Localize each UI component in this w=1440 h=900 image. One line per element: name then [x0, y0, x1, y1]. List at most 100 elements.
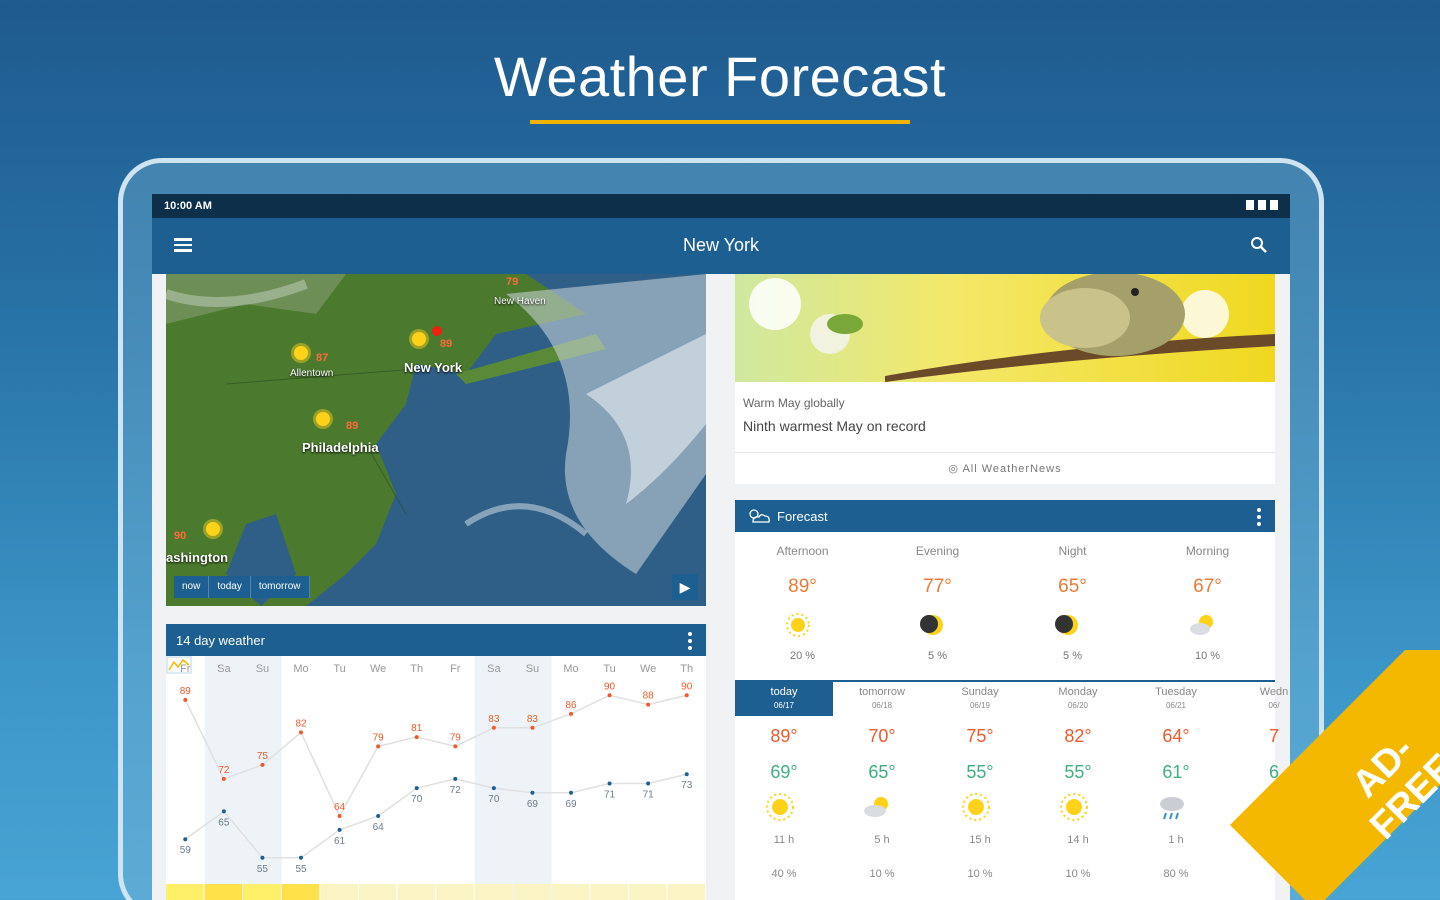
fourteen-day-header[interactable]: 14 day weather	[166, 624, 706, 674]
high-temp-point	[607, 693, 612, 698]
day-low: 55°	[1064, 762, 1092, 782]
location-title[interactable]: New York	[152, 235, 1290, 256]
signal-icon	[1258, 200, 1266, 210]
more-options-icon[interactable]	[1257, 508, 1261, 529]
map-tab-now[interactable]: now	[174, 576, 210, 598]
news-card[interactable]: Warm May globally Ninth warmest May on r…	[735, 274, 1275, 484]
bird-on-branch-image	[749, 274, 1275, 382]
day-sun-hours: 14 h	[1067, 834, 1089, 846]
high-temp-point	[569, 711, 573, 716]
low-temp-label: 71	[604, 790, 616, 801]
daypart-temp: 65°	[1058, 576, 1087, 597]
hero-title: Weather Forecast	[493, 45, 947, 108]
fourteen-day-chart: Fr Sa Su Mo Tu We Th Fr Sa Su Mo Tu We Th 89 72 75 82 64 79…	[166, 656, 705, 900]
map-label-washington: ashington	[166, 550, 229, 565]
battery-icon	[1270, 200, 1278, 210]
play-button[interactable]: ▶	[672, 574, 698, 600]
high-temp-label: 72	[218, 765, 230, 776]
high-temp-point	[221, 776, 226, 781]
day-sun-hours: 15 h	[969, 834, 991, 846]
status-bar: 10:00 AM	[152, 194, 1290, 218]
fourteen-day-panel: 14 day weather Fr Sa Su Mo Tu We Th Fr Sa Su Mo Tu W…	[166, 624, 706, 900]
day-date: 06/20	[1067, 701, 1089, 710]
high-temp-point	[337, 814, 342, 818]
low-temp-label: 61	[334, 836, 346, 847]
daypart-label: Night	[1058, 544, 1087, 558]
day-high: 70°	[868, 726, 896, 746]
day-today[interactable]: today 06/17 89° 69° 11 h 40 %	[735, 682, 833, 900]
wifi-icon	[1246, 200, 1254, 210]
low-temp-point	[376, 814, 381, 818]
low-temp-point	[337, 827, 342, 832]
day-tick-label: Tu	[333, 663, 345, 675]
day-tomorrow[interactable]: tomorrow 06/18 70° 65° 5 h 10 %	[833, 682, 931, 900]
map-temp-allentown: 87	[316, 352, 329, 364]
day-name: Monday	[1058, 686, 1098, 698]
sunshine-bar	[166, 884, 204, 900]
day-tick-label: Sa	[217, 663, 231, 675]
map-temp-washington: 90	[174, 530, 187, 542]
partly-cloudy-icon	[864, 797, 888, 817]
daypart-night[interactable]: Night 65° 5 %	[1005, 532, 1140, 680]
day-sunday[interactable]: Sunday 06/19 75° 55° 15 h 10 %	[931, 682, 1029, 900]
low-temp-label: 65	[218, 817, 230, 828]
high-temp-point	[453, 744, 458, 749]
search-icon[interactable]	[1250, 236, 1268, 254]
day-high: 82°	[1064, 726, 1092, 746]
news-kicker: Warm May globally	[743, 396, 845, 410]
low-temp-label: 72	[450, 785, 462, 796]
low-temp-point	[260, 855, 265, 860]
daypart-rain: 5 %	[1063, 650, 1082, 662]
day-rain: 40 %	[771, 868, 797, 880]
high-temp-point	[183, 697, 188, 702]
forecast-header[interactable]: Forecast	[735, 500, 1275, 532]
high-temp-label: 89	[180, 686, 192, 697]
day-date: 06/19	[969, 701, 991, 710]
day-high: 89°	[770, 726, 798, 746]
day-low: 55°	[966, 762, 994, 782]
status-time: 10:00 AM	[164, 200, 212, 212]
high-temp-point	[530, 725, 535, 730]
location-pin-icon[interactable]	[432, 326, 442, 336]
sun-icon	[766, 793, 794, 821]
day-rain: 10 %	[967, 868, 993, 880]
hero-underline	[530, 120, 910, 124]
high-temp-label: 75	[257, 751, 269, 762]
low-temp-point	[607, 781, 612, 786]
day-monday[interactable]: Monday 06/20 82° 55° 14 h 10 %	[1029, 682, 1127, 900]
day-low: 69°	[770, 762, 798, 782]
more-options-icon[interactable]	[688, 632, 692, 653]
day-sun-hours: 5 h	[874, 834, 890, 846]
day-tick-label: Tu	[603, 663, 615, 675]
map-tab-today[interactable]: today	[209, 576, 251, 598]
daypart-label: Morning	[1185, 544, 1230, 558]
low-temp-point	[530, 790, 535, 795]
moon-icon	[920, 615, 943, 635]
sun-icon	[786, 613, 810, 637]
day-header: Sunday 06/19	[931, 682, 1029, 716]
day-tick-label: Fr	[450, 663, 461, 675]
sunshine-bar	[281, 884, 320, 900]
low-temp-point	[221, 809, 226, 814]
news-headline[interactable]: Ninth warmest May on record	[743, 418, 926, 434]
map-label-new-haven: New Haven	[494, 296, 546, 307]
news-icon: ◎	[948, 463, 963, 475]
weather-radar-map[interactable]: 87 Allentown 89 New York New Haven 79 89…	[166, 274, 706, 606]
low-temp-label: 64	[373, 822, 385, 833]
high-temp-point	[684, 693, 689, 698]
daypart-afternoon[interactable]: Afternoon 89° 20 %	[735, 532, 870, 680]
day-rain: 10 %	[1065, 868, 1091, 880]
partly-cloudy-icon	[1190, 615, 1213, 635]
map-label-allentown: Allentown	[290, 368, 334, 379]
low-temp-point	[414, 786, 419, 791]
daypart-evening[interactable]: Evening 77° 5 %	[870, 532, 1005, 680]
high-temp-point	[260, 762, 265, 767]
high-temp-label: 79	[373, 732, 385, 743]
map-tab-tomorrow[interactable]: tomorrow	[251, 576, 310, 598]
rain-icon	[1160, 797, 1184, 820]
map-temp-philadelphia: 89	[346, 420, 359, 432]
low-temp-label: 71	[643, 790, 655, 801]
low-temp-label: 73	[681, 780, 693, 791]
all-weathernews-link[interactable]: ◎ All WeatherNews	[735, 452, 1275, 482]
sunshine-bar	[474, 884, 513, 900]
